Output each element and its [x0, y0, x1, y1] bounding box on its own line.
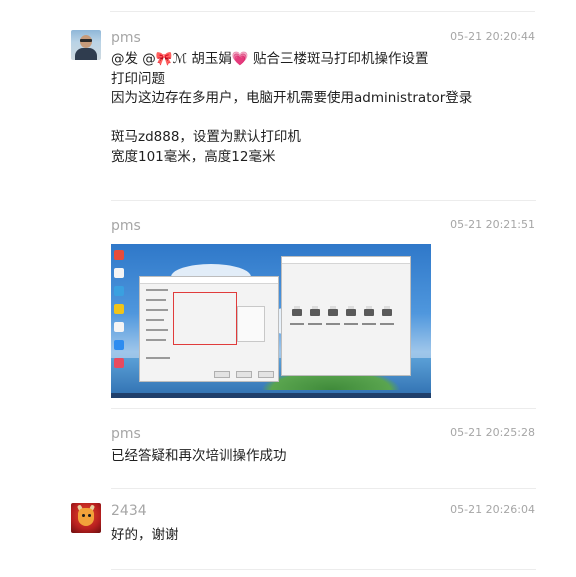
timestamp: 05-21 20:21:51 [450, 218, 535, 231]
message-text: 已经答疑和再次培训操作成功 [111, 448, 287, 464]
message-text: @发 @🎀ℳ 胡玉娟💗 贴合三楼斑马打印机操作设置 打印问题 因为这边存在多用户… [111, 50, 472, 167]
avatar[interactable] [71, 30, 101, 60]
highlight-box [173, 292, 237, 345]
message-line: 宽度101毫米，高度12毫米 [111, 148, 276, 165]
message-divider [111, 200, 536, 201]
message-line: 打印问题 [111, 70, 165, 87]
screenshot-image[interactable] [111, 244, 431, 398]
mention-name[interactable]: ℳ 胡玉娟 [173, 51, 232, 67]
avatar[interactable] [71, 503, 101, 533]
username[interactable]: pms [111, 29, 141, 47]
message-divider [111, 569, 536, 570]
heart-icon: 💗 [231, 51, 249, 67]
message-divider [111, 408, 536, 409]
timestamp: 05-21 20:20:44 [450, 30, 535, 43]
message-line: 斑马zd888，设置为默认打印机 [111, 129, 301, 145]
username[interactable]: pms [111, 217, 141, 235]
timestamp: 05-21 20:26:04 [450, 503, 535, 516]
top-divider [110, 11, 535, 12]
mention-suffix: 贴合三楼斑马打印机操作设置 [248, 51, 429, 67]
bow-icon: 🎀 [155, 51, 173, 67]
message-divider [111, 488, 536, 489]
timestamp: 05-21 20:25:28 [450, 426, 535, 439]
username[interactable]: 2434 [111, 502, 147, 520]
message-line: 因为这边存在多用户，电脑开机需要使用administrator登录 [111, 90, 473, 106]
message-text: 好的，谢谢 [111, 527, 179, 543]
username[interactable]: pms [111, 425, 141, 443]
mention-prefix: @发 @ [111, 51, 156, 67]
